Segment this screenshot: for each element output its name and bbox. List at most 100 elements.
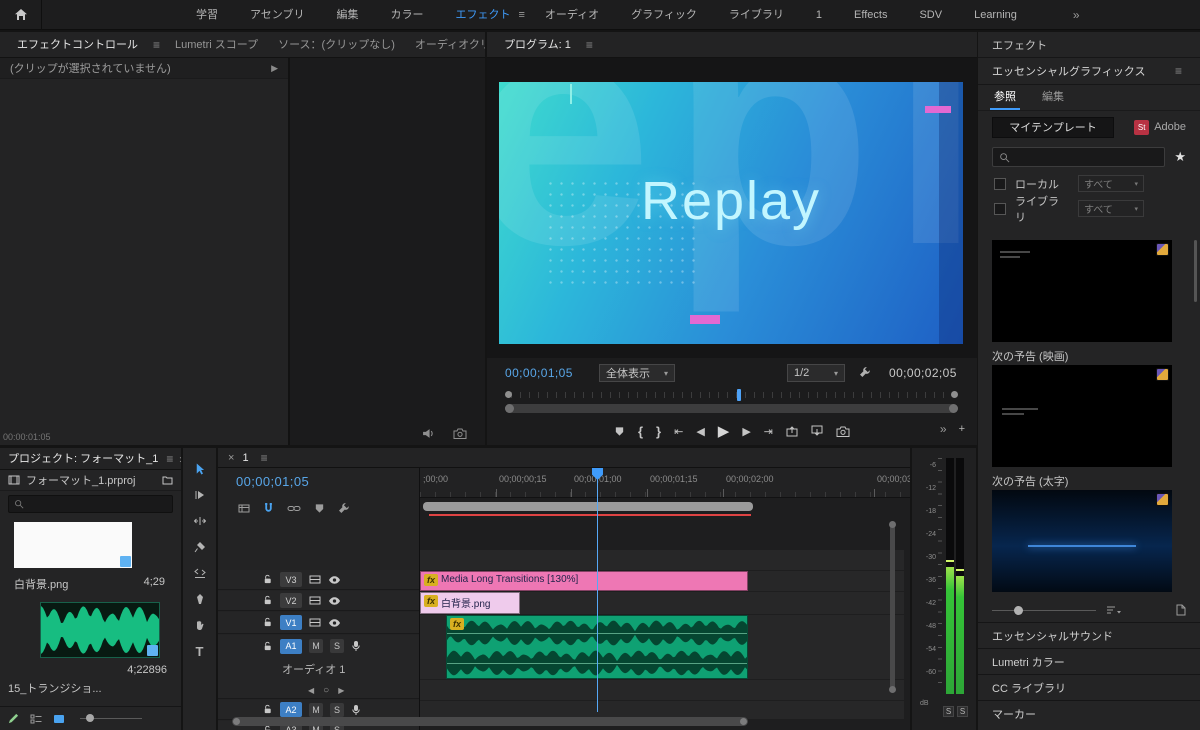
tab-project[interactable]: プロジェクト: フォーマット_1 — [6, 448, 160, 472]
sync-lock-icon[interactable] — [309, 596, 321, 605]
workspace-tab-1[interactable]: 1 — [800, 0, 838, 30]
solo-button[interactable]: S — [957, 706, 968, 717]
panel-tab-essential-sound[interactable]: エッセンシャルサウンド — [978, 622, 1200, 648]
track-target-v3[interactable]: V3 — [280, 572, 302, 587]
tab-effect-controls[interactable]: エフェクトコントロール — [8, 32, 147, 58]
panel-menu-icon[interactable]: ≡ — [261, 451, 268, 465]
template-search-box[interactable] — [992, 147, 1166, 167]
workspace-tab-effects-jp[interactable]: エフェクト — [439, 0, 526, 30]
hand-tool[interactable] — [189, 616, 211, 634]
add-marker-button[interactable] — [614, 426, 625, 437]
track-a2-lane[interactable] — [420, 680, 904, 700]
go-to-out-button[interactable]: ⇥ — [764, 425, 773, 438]
panel-menu-icon[interactable]: ≡ — [166, 452, 173, 466]
step-back-button[interactable]: ◀ — [696, 425, 704, 438]
workspace-tab-edit[interactable]: 編集 — [320, 0, 374, 30]
horizontal-scrollbar[interactable] — [232, 717, 748, 726]
project-item-thumbnail[interactable] — [14, 522, 132, 568]
project-item-thumbnail[interactable] — [40, 602, 160, 658]
track-target-v1[interactable]: V1 — [280, 615, 302, 630]
linked-selection-icon[interactable] — [287, 504, 301, 513]
clip-white-background[interactable]: fx 白背景.png — [420, 592, 520, 614]
favorites-star-icon[interactable]: ★ — [1174, 149, 1186, 165]
project-search-input[interactable] — [29, 497, 167, 511]
mute-button[interactable]: M — [309, 639, 323, 653]
tab-overflow-icon[interactable]: » — [179, 452, 181, 466]
panel-tab-cc-libraries[interactable]: CC ライブラリ — [978, 674, 1200, 700]
add-marker-icon[interactable] — [314, 503, 325, 514]
sync-lock-icon[interactable] — [309, 575, 321, 584]
vertical-scrollbar[interactable] — [889, 521, 896, 693]
solo-button[interactable]: S — [330, 639, 344, 653]
track-target-a2[interactable]: A2 — [280, 702, 302, 717]
template-thumbnail[interactable] — [992, 490, 1172, 592]
tab-lumetri-scopes[interactable]: Lumetri スコープ — [166, 32, 267, 58]
new-item-icon[interactable] — [1176, 604, 1186, 616]
work-area-bar[interactable] — [423, 502, 753, 511]
workspace-tab-sdv[interactable]: SDV — [903, 0, 958, 30]
next-keyframe-icon[interactable]: ▶ — [338, 686, 344, 695]
thumbnail-zoom-slider[interactable] — [992, 605, 1096, 615]
scrollbar-handle[interactable] — [233, 718, 240, 725]
my-templates-button[interactable]: マイテンプレート — [992, 116, 1114, 138]
workspace-tab-effects-en[interactable]: Effects — [838, 0, 903, 30]
track-select-forward-tool[interactable] — [189, 486, 211, 504]
workspace-overflow-icon[interactable]: » — [1073, 8, 1080, 22]
button-editor-plus-icon[interactable]: + — [959, 423, 965, 435]
program-playhead[interactable] — [737, 389, 741, 401]
slip-tool[interactable] — [189, 564, 211, 582]
track-header-v2[interactable]: V2 — [218, 591, 419, 611]
lock-icon[interactable] — [262, 641, 273, 652]
nest-icon[interactable] — [238, 503, 250, 514]
track-target-v2[interactable]: V2 — [280, 593, 302, 608]
razor-tool[interactable] — [189, 538, 211, 556]
program-video-frame[interactable]: epl Replay — [499, 82, 963, 344]
clip-media-long-transitions[interactable]: fx Media Long Transitions [130%] — [420, 571, 748, 591]
export-frame-button[interactable] — [836, 426, 850, 437]
track-v3-lane[interactable] — [420, 550, 904, 570]
snap-icon[interactable] — [263, 502, 274, 514]
program-zoom-scrollbar[interactable] — [505, 404, 958, 413]
sync-lock-icon[interactable] — [309, 618, 321, 627]
workspace-tab-audio[interactable]: オーディオ — [529, 0, 615, 30]
settings-wrench-icon[interactable] — [859, 366, 871, 378]
timeline-current-timecode[interactable]: 00;00;01;05 — [236, 474, 309, 489]
panel-tab-markers[interactable]: マーカー — [978, 700, 1200, 726]
panel-menu-icon[interactable]: ≡ — [586, 38, 593, 52]
lock-icon[interactable] — [262, 595, 273, 606]
library-checkbox[interactable] — [994, 202, 1006, 215]
icon-view-icon[interactable] — [53, 714, 65, 724]
collapse-arrow-icon[interactable]: ▶ — [271, 63, 278, 74]
program-scrubber[interactable] — [505, 389, 958, 401]
project-item-name[interactable]: 15_トランジショ... — [8, 680, 102, 696]
template-search-input[interactable] — [1016, 150, 1159, 164]
timeline-playhead-line[interactable] — [597, 468, 598, 712]
zoom-level-select[interactable]: 全体表示 ▾ — [599, 364, 675, 382]
step-forward-button[interactable]: ▶ — [742, 425, 750, 438]
panel-tab-lumetri-color[interactable]: Lumetri カラー — [978, 648, 1200, 674]
type-tool[interactable]: T — [189, 642, 211, 660]
panel-menu-icon[interactable]: ≡ — [153, 38, 160, 52]
close-icon[interactable]: × — [228, 452, 234, 464]
track-visibility-eye-icon[interactable] — [328, 575, 341, 585]
template-thumbnail[interactable] — [992, 240, 1172, 342]
program-current-timecode[interactable]: 00;00;01;05 — [505, 366, 573, 380]
sequence-tab[interactable]: 1 — [242, 452, 248, 464]
workspace-menu-icon[interactable]: ≡ — [518, 9, 524, 21]
solo-button[interactable]: S — [330, 702, 344, 717]
panel-scrollbar[interactable] — [1194, 240, 1197, 302]
tab-program[interactable]: プログラム: 1 — [495, 32, 580, 58]
timeline-settings-icon[interactable] — [338, 502, 350, 514]
slider-knob[interactable] — [1014, 605, 1023, 615]
add-keyframe-icon[interactable]: ○ — [323, 685, 329, 696]
selection-tool[interactable] — [189, 460, 211, 478]
workspace-tab-learning-jp[interactable]: 学習 — [180, 0, 234, 30]
solo-button[interactable]: S — [943, 706, 954, 717]
adobe-stock-button[interactable]: St Adobe — [1134, 119, 1186, 135]
workspace-tab-color[interactable]: カラー — [374, 0, 439, 30]
sort-icon[interactable] — [1106, 605, 1121, 615]
track-target-a1[interactable]: A1 — [280, 638, 302, 654]
mute-button[interactable]: M — [309, 702, 323, 717]
play-button[interactable]: ▶ — [718, 422, 730, 440]
mark-in-button[interactable]: { — [638, 424, 643, 439]
